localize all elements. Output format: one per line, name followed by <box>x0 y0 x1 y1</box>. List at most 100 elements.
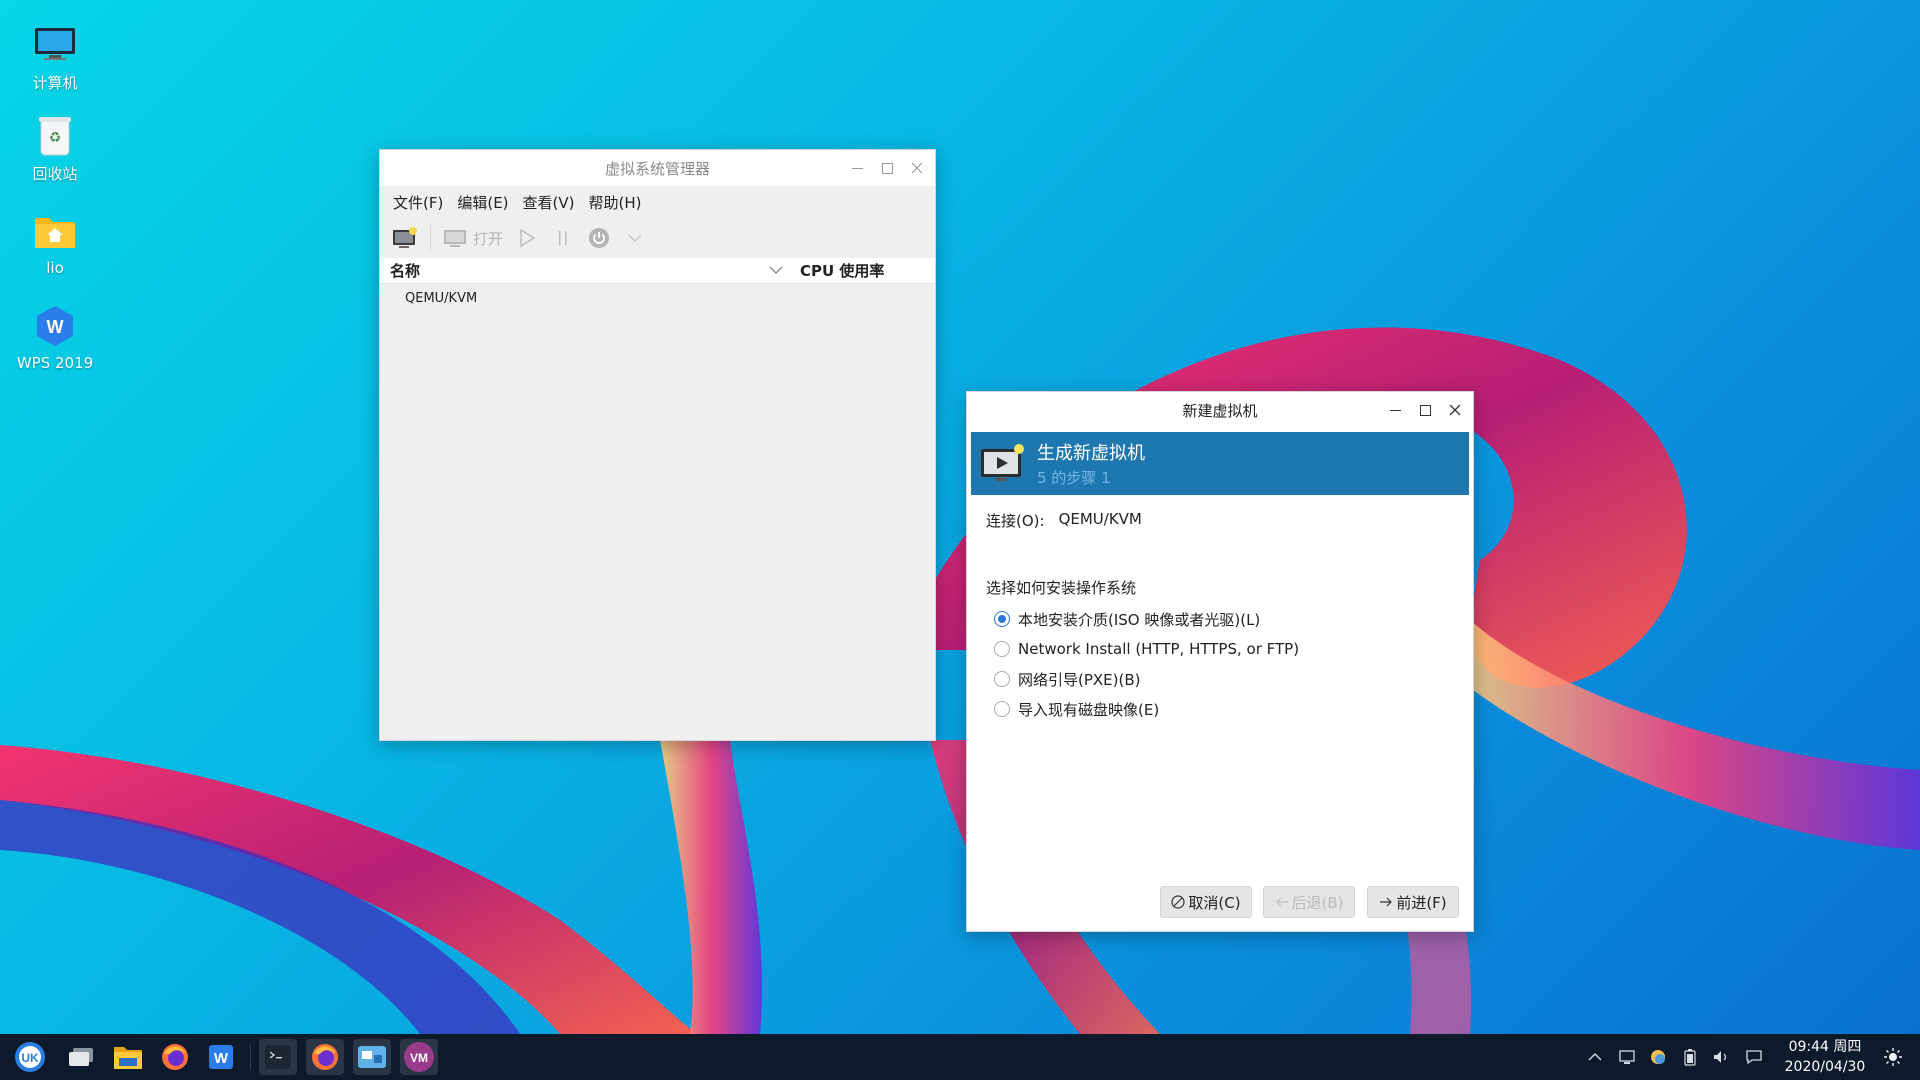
close-icon <box>1449 404 1461 416</box>
new-vm-icon <box>981 443 1024 481</box>
virt-manager-window: 虚拟系统管理器 文件(F) 编辑(E) 查看(V) 帮助(H) 打开 名称 CP… <box>379 149 936 741</box>
wps-writer-icon: W <box>209 1045 233 1069</box>
wizard-body: 连接(O): QEMU/KVM 选择如何安装操作系统 本地安装介质(ISO 映像… <box>986 510 1456 724</box>
option-import-disk[interactable]: 导入现有磁盘映像(E) <box>986 694 1456 724</box>
close-icon <box>911 162 923 174</box>
titlebar[interactable]: 新建虚拟机 <box>967 392 1473 428</box>
forward-button[interactable]: 前进(F) <box>1367 886 1459 918</box>
volume-icon <box>1714 1051 1727 1063</box>
chevron-up-icon <box>1588 1053 1602 1061</box>
multitask-view-button[interactable] <box>62 1039 100 1075</box>
desktop-icon-label: 计算机 <box>32 74 78 92</box>
back-button[interactable]: 后退(B) <box>1263 886 1355 918</box>
cancel-button[interactable]: 取消(C) <box>1160 886 1252 918</box>
option-label: Network Install (HTTP, HTTPS, or FTP) <box>1018 640 1300 658</box>
option-pxe-boot[interactable]: 网络引导(PXE)(B) <box>986 664 1456 694</box>
desktop-icon-label: lio <box>46 259 64 277</box>
new-vm-icon <box>393 227 417 248</box>
desktop-icon-trash[interactable]: ♻ 回收站 <box>5 111 105 184</box>
svg-text:W: W <box>47 317 64 337</box>
new-vm-button[interactable] <box>388 222 422 254</box>
network-icon <box>1619 1050 1635 1064</box>
close-button[interactable] <box>1443 398 1467 422</box>
column-name[interactable]: 名称 <box>390 260 420 281</box>
terminal-button[interactable] <box>259 1039 297 1075</box>
taskbar: UK W VM 09:44 周四 2020/04/30 <box>0 1034 1920 1080</box>
desktop-icon-computer[interactable]: 计算机 <box>5 20 105 93</box>
minimize-button[interactable] <box>1383 398 1407 422</box>
sort-button[interactable] <box>768 262 784 282</box>
notification-tray-button[interactable] <box>1741 1034 1767 1080</box>
open-label: 打开 <box>473 229 504 248</box>
minimize-button[interactable] <box>845 156 869 180</box>
monitor-icon <box>31 20 79 68</box>
wps-icon: W <box>31 302 79 350</box>
file-manager-icon <box>114 1047 142 1069</box>
radio-button[interactable] <box>994 671 1010 687</box>
desktop-icon-label: WPS 2019 <box>16 354 94 372</box>
menu-help[interactable]: 帮助(H) <box>582 192 649 213</box>
window-title: 新建虚拟机 <box>1182 401 1258 420</box>
connection-row[interactable]: QEMU/KVM <box>380 284 935 312</box>
remote-viewer-icon <box>358 1046 386 1068</box>
message-icon <box>1746 1050 1762 1065</box>
option-network-install[interactable]: Network Install (HTTP, HTTPS, or FTP) <box>986 634 1456 664</box>
terminal-icon <box>265 1045 291 1069</box>
console-icon <box>444 230 466 247</box>
close-button[interactable] <box>905 156 929 180</box>
maximize-button[interactable] <box>1413 398 1437 422</box>
virt-manager-button[interactable]: VM <box>400 1039 438 1075</box>
firefox-icon <box>312 1044 338 1070</box>
run-button[interactable] <box>511 222 543 254</box>
radio-button[interactable] <box>994 611 1010 627</box>
titlebar[interactable]: 虚拟系统管理器 <box>380 150 935 186</box>
home-folder-icon <box>31 207 79 255</box>
firefox-window-button[interactable] <box>306 1039 344 1075</box>
shutdown-button[interactable] <box>583 222 615 254</box>
open-button[interactable]: 打开 <box>439 222 507 254</box>
menu-edit[interactable]: 编辑(E) <box>450 192 515 213</box>
weather-tray-button[interactable] <box>1645 1034 1671 1080</box>
radio-button[interactable] <box>994 701 1010 717</box>
pause-icon <box>559 231 567 245</box>
install-method-title: 选择如何安装操作系统 <box>986 579 1137 597</box>
clock[interactable]: 09:44 周四 2020/04/30 <box>1775 1037 1875 1077</box>
tray-expand-button[interactable] <box>1582 1034 1608 1080</box>
pause-button[interactable] <box>547 222 579 254</box>
volume-tray-button[interactable] <box>1708 1034 1734 1080</box>
clock-date: 2020/04/30 <box>1784 1059 1866 1075</box>
vm-list-header: 名称 CPU 使用率 <box>380 258 935 284</box>
wallpaper-ribbons <box>0 327 1920 1034</box>
launcher-button[interactable]: UK <box>11 1039 49 1075</box>
firefox-button[interactable] <box>156 1039 194 1075</box>
wps-writer-button[interactable]: W <box>202 1039 240 1075</box>
maximize-icon <box>881 162 893 174</box>
power-icon <box>589 228 610 248</box>
remote-viewer-button[interactable] <box>353 1039 391 1075</box>
recycle-bin-icon: ♻ <box>31 111 79 159</box>
column-cpu-usage[interactable]: CPU 使用率 <box>800 260 884 281</box>
battery-tray-button[interactable] <box>1677 1034 1703 1080</box>
shutdown-menu-button[interactable] <box>619 222 651 254</box>
connection-row: 连接(O): QEMU/KVM <box>986 510 1456 531</box>
desktop-icon-wps[interactable]: W WPS 2019 <box>5 302 105 372</box>
network-tray-button[interactable] <box>1614 1034 1640 1080</box>
maximize-button[interactable] <box>875 156 899 180</box>
option-local-media[interactable]: 本地安装介质(ISO 映像或者光驱)(L) <box>986 604 1456 634</box>
arrow-right-icon <box>1380 897 1393 907</box>
option-label: 导入现有磁盘映像(E) <box>1018 700 1160 719</box>
battery-icon <box>1684 1049 1696 1066</box>
theme-toggle-button[interactable] <box>1880 1034 1906 1080</box>
svg-text:W: W <box>214 1050 229 1067</box>
clock-time: 09:44 周四 <box>1788 1039 1862 1055</box>
minimize-icon <box>851 167 863 169</box>
desktop-icon-home[interactable]: lio <box>5 207 105 277</box>
menu-file[interactable]: 文件(F) <box>386 192 450 213</box>
radio-button[interactable] <box>994 641 1010 657</box>
menu-view[interactable]: 查看(V) <box>516 192 582 213</box>
menubar: 文件(F) 编辑(E) 查看(V) 帮助(H) <box>380 186 935 218</box>
arrow-left-icon <box>1275 897 1288 907</box>
firefox-icon <box>162 1044 188 1070</box>
file-manager-button[interactable] <box>109 1039 147 1075</box>
forward-label: 前进(F) <box>1396 893 1447 912</box>
